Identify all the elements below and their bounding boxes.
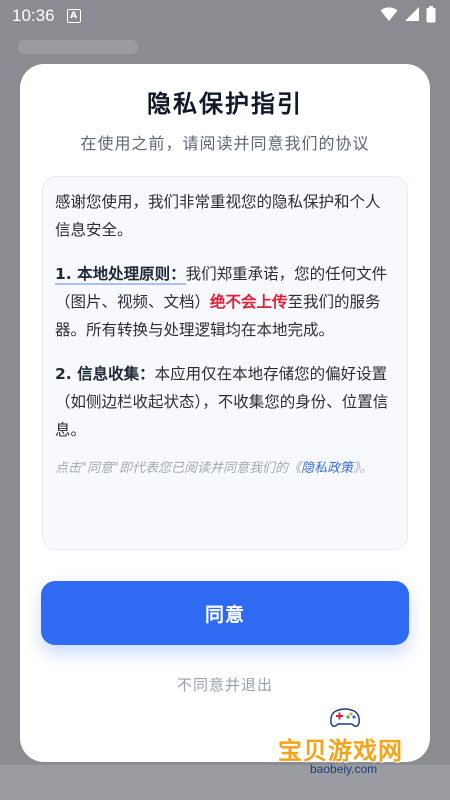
site-watermark: 宝贝游戏网 baobeiy.com — [270, 705, 430, 785]
section-local-processing: 1. 本地处理原则：我们郑重承诺，您的任何文件（图片、视频、文档）绝不会上传至我… — [55, 260, 393, 344]
agree-button[interactable]: 同意 — [41, 581, 409, 645]
section1-title: 1. 本地处理原则： — [55, 265, 186, 285]
section2-title: 2. 信息收集： — [55, 365, 155, 383]
note-before: 点击"同意"即代表您已阅读并同意我们的《 — [55, 461, 301, 476]
watermark-name: 宝贝游戏网 — [278, 737, 403, 765]
status-time: 10:36 — [12, 6, 55, 25]
section-info-collection: 2. 信息收集：本应用仅在本地存储您的偏好设置（如侧边栏收起状态），不收集您的身… — [55, 360, 393, 444]
status-bar: 10:36 A — [0, 0, 450, 32]
cellular-signal-icon — [404, 6, 420, 26]
section1-highlight: 绝不会上传 — [210, 293, 288, 311]
privacy-dialog: 隐私保护指引 在使用之前，请阅读并同意我们的协议 感谢您使用，我们非常重视您的隐… — [20, 64, 430, 762]
a-notification-icon: A — [66, 9, 81, 23]
disagree-exit-button[interactable]: 不同意并退出 — [20, 674, 430, 695]
dialog-subtitle: 在使用之前，请阅读并同意我们的协议 — [80, 134, 370, 153]
dialog-title: 隐私保护指引 — [147, 90, 303, 118]
privacy-policy-link[interactable]: 隐私政策 — [301, 461, 353, 476]
intro-paragraph: 感谢您使用，我们非常重视您的隐私保护和个人信息安全。 — [55, 193, 381, 239]
watermark-url: baobeiy.com — [310, 762, 378, 776]
battery-icon — [426, 5, 436, 27]
agreement-content[interactable]: 感谢您使用，我们非常重视您的隐私保护和个人信息安全。 1. 本地处理原则：我们郑… — [42, 176, 408, 550]
consent-note: 点击"同意"即代表您已阅读并同意我们的《隐私政策》。 — [55, 458, 393, 480]
wifi-icon — [380, 6, 398, 26]
note-after: 》。 — [352, 461, 373, 476]
